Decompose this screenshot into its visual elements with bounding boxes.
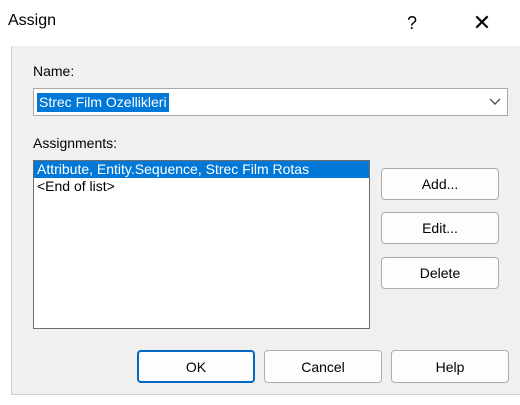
ok-button[interactable]: OK bbox=[137, 350, 255, 383]
assignments-label: Assignments: bbox=[33, 135, 118, 151]
cancel-button[interactable]: Cancel bbox=[264, 350, 382, 383]
edit-button[interactable]: Edit... bbox=[381, 212, 499, 244]
title-bar: Assign ? ✕ bbox=[0, 0, 520, 46]
chevron-down-icon[interactable] bbox=[487, 95, 503, 109]
name-value[interactable]: Strec Film Ozellikleri bbox=[37, 93, 169, 112]
name-label: Name: bbox=[33, 63, 75, 79]
help-icon[interactable]: ? bbox=[396, 6, 428, 40]
list-item[interactable]: Attribute, Entity.Sequence, Strec Film R… bbox=[34, 161, 369, 178]
list-item[interactable]: <End of list> bbox=[34, 178, 369, 195]
help-button[interactable]: Help bbox=[391, 350, 509, 383]
add-button[interactable]: Add... bbox=[381, 168, 499, 200]
name-combobox[interactable]: Strec Film Ozellikleri bbox=[33, 88, 508, 116]
delete-button[interactable]: Delete bbox=[381, 257, 499, 289]
close-icon[interactable]: ✕ bbox=[462, 6, 502, 40]
assignments-listbox[interactable]: Attribute, Entity.Sequence, Strec Film R… bbox=[33, 160, 370, 329]
window-title: Assign bbox=[8, 12, 57, 29]
